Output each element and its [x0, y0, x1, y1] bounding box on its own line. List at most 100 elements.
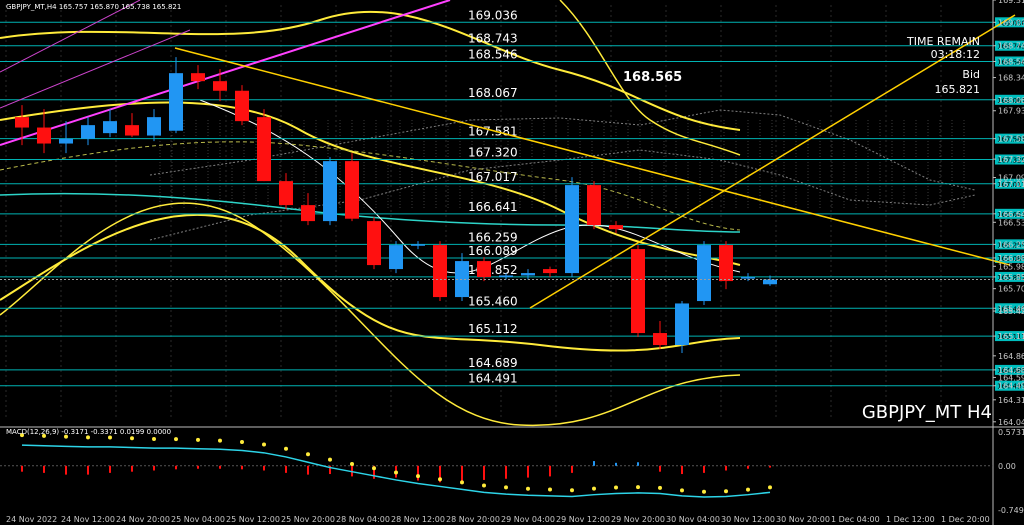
candle-body — [323, 161, 337, 222]
macd-dot — [636, 485, 640, 490]
macd-dot — [724, 489, 728, 494]
macd-dot — [460, 480, 464, 485]
candle-body — [653, 333, 667, 346]
candle-body — [675, 303, 689, 346]
candle-body — [719, 245, 733, 282]
candle-body — [147, 117, 161, 136]
macd-dot — [614, 485, 618, 490]
candle-body — [59, 138, 73, 144]
level-label: 168.546 — [468, 47, 518, 61]
macd-dot — [196, 437, 200, 442]
candle-body — [367, 221, 381, 266]
level-label: 167.017 — [468, 170, 518, 184]
macd-dot — [372, 466, 376, 471]
candle-body — [631, 249, 645, 334]
time-tick-label: 24 Nov 20:00 — [116, 515, 170, 524]
level-label: 165.852 — [468, 263, 518, 277]
level-label: 164.491 — [468, 372, 518, 386]
macd-dot — [768, 485, 772, 490]
time-remain-label: TIME REMAIN — [906, 35, 980, 48]
macd-label: MACD(12,26,9) -0.3171 -0.3371 0.0199 0.0… — [6, 428, 171, 436]
time-tick-label: 24 Nov 12:00 — [61, 515, 115, 524]
price-tick-label: 165.985 — [998, 262, 1024, 271]
price-tick-label: 167.581 — [998, 135, 1024, 144]
candle-body — [565, 185, 579, 274]
macd-dot — [262, 442, 266, 447]
level-label: 167.320 — [468, 146, 518, 160]
price-tick-label: 166.535 — [998, 218, 1024, 227]
time-tick-label: 29 Nov 12:00 — [556, 515, 610, 524]
time-tick-label: 30 Nov 20:00 — [776, 515, 830, 524]
time-tick-label: 28 Nov 04:00 — [336, 515, 390, 524]
macd-dot — [416, 474, 420, 479]
macd-dot — [108, 435, 112, 440]
price-marker-label: 168.565 — [623, 70, 682, 85]
macd-tick-label: 0.5731 — [998, 428, 1024, 437]
candle-body — [741, 277, 755, 279]
bid-label: Bid — [962, 68, 980, 81]
macd-dot — [152, 437, 156, 442]
candle-body — [697, 245, 711, 302]
price-tick-label: 168.067 — [998, 96, 1024, 105]
macd-dot — [394, 470, 398, 475]
price-tick-label: 164.040 — [998, 418, 1024, 427]
price-tick-label: 165.112 — [998, 332, 1024, 341]
candle-body — [433, 245, 447, 298]
macd-dot — [482, 483, 486, 488]
macd-dot — [746, 487, 750, 492]
macd-tick-label: -0.7497 — [998, 506, 1024, 515]
candle-body — [15, 117, 29, 128]
bid-value: 165.821 — [935, 83, 981, 96]
candle-body — [587, 185, 601, 226]
price-tick-label: 168.345 — [998, 74, 1024, 83]
candle-body — [411, 244, 425, 246]
time-tick-label: 1 Dec 12:00 — [886, 515, 935, 524]
candle-body — [609, 225, 623, 230]
symbol-label: GBPJPY_MT H4 — [862, 402, 992, 423]
candle-body — [191, 73, 205, 82]
macd-dot — [548, 487, 552, 492]
candle-body — [81, 125, 95, 139]
time-tick-label: 29 Nov 04:00 — [501, 515, 555, 524]
price-tick-label: 168.743 — [998, 42, 1024, 51]
level-label: 168.067 — [468, 86, 518, 100]
price-tick-label: 168.546 — [998, 57, 1024, 66]
macd-dot — [504, 485, 508, 490]
level-label: 168.743 — [468, 32, 518, 46]
price-tick-label: 167.930 — [998, 107, 1024, 116]
macd-dot — [174, 437, 178, 442]
time-tick-label: 30 Nov 04:00 — [666, 515, 720, 524]
candle-body — [213, 81, 227, 91]
macd-dot — [438, 477, 442, 482]
time-tick-label: 1 Dec 04:00 — [831, 515, 880, 524]
macd-dot — [526, 486, 530, 491]
macd-dot — [350, 461, 354, 466]
time-tick-label: 28 Nov 12:00 — [391, 515, 445, 524]
time-tick-label: 24 Nov 2022 — [6, 515, 57, 524]
time-remain-value: 03:18:12 — [931, 48, 980, 61]
level-label: 166.089 — [468, 244, 518, 258]
time-tick-label: 29 Nov 20:00 — [611, 515, 665, 524]
macd-dot — [306, 452, 310, 457]
time-axis: 24 Nov 2022 24 Nov 12:00 24 Nov 20:00 25 No… — [6, 515, 990, 524]
price-tick-label: 164.491 — [998, 382, 1024, 391]
macd-dot — [658, 485, 662, 490]
price-chart[interactable]: 169.036169.036168.743168.743168.546168.5… — [0, 0, 1024, 525]
macd-dot — [702, 489, 706, 494]
time-tick-label: 30 Nov 12:00 — [721, 515, 775, 524]
macd-dot — [240, 439, 244, 444]
macd-dot — [130, 436, 134, 441]
candle-body — [103, 121, 117, 134]
time-tick-label: 1 Dec 20:00 — [941, 515, 990, 524]
time-tick-label: 28 Nov 20:00 — [446, 515, 500, 524]
candle-body — [235, 90, 249, 122]
candle-body — [389, 245, 403, 270]
macd-dot — [570, 488, 574, 493]
candle-body — [37, 127, 51, 144]
level-label: 164.689 — [468, 356, 518, 370]
macd-dot — [218, 438, 222, 443]
price-tick-label: 166.259 — [998, 240, 1024, 249]
time-tick-label: 25 Nov 12:00 — [226, 515, 280, 524]
time-tick-label: 25 Nov 20:00 — [281, 515, 335, 524]
time-tick-label: 25 Nov 04:00 — [171, 515, 225, 524]
